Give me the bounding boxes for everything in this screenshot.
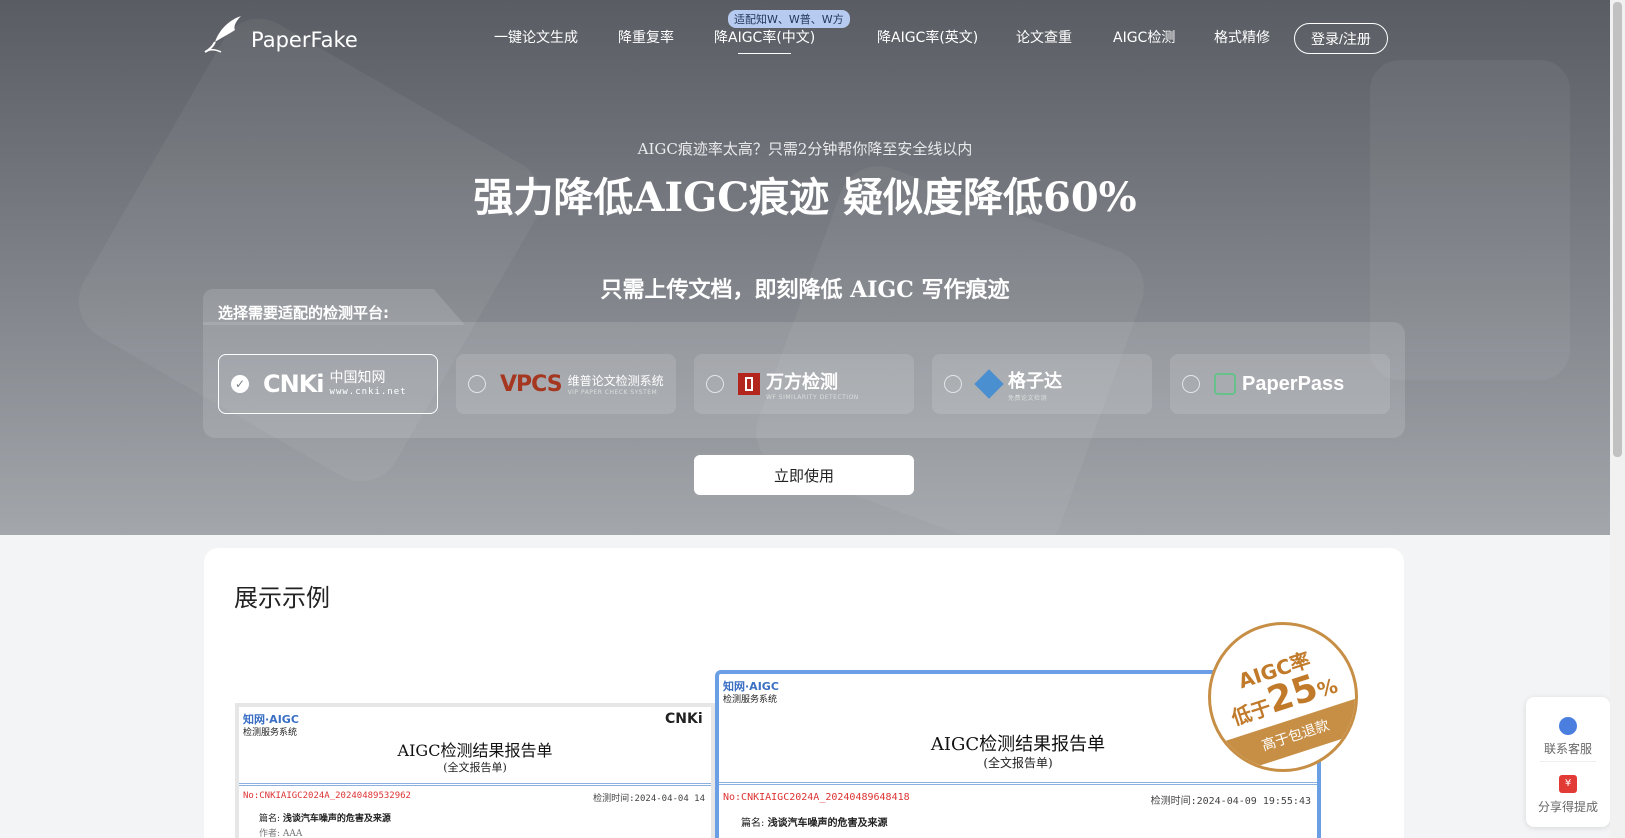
nav-item-reduce-aigc-en[interactable]: 降AIGC率(英文) (877, 27, 978, 47)
feather-logo-icon (204, 16, 241, 53)
use-now-button[interactable]: 立即使用 (694, 455, 914, 495)
platform-option-cnki[interactable]: ✓ CNKi 中国知网 www.cnki.net (218, 354, 438, 414)
report-divider (239, 783, 711, 786)
paperpass-mark-icon (1214, 373, 1236, 395)
brand-name: PaperFake (251, 28, 358, 52)
wanfang-logo: 万方检测 WF SIMILARITY DETECTION (738, 368, 859, 401)
sample-report-back: 知网·AIGC 检测服务系统 CNKi AIGC检测结果报告单 (全文报告单) … (235, 703, 715, 838)
report-field-title: 篇名: 浅谈汽车噪声的危害及来源 (741, 818, 888, 829)
divider (1540, 761, 1596, 762)
radio-icon[interactable] (944, 375, 962, 393)
report-subtitle: (全文报告单) (443, 761, 507, 774)
cnki-logo: CNKi 中国知网 www.cnki.net (263, 370, 407, 398)
platform-option-paperpass[interactable]: PaperPass (1170, 354, 1390, 414)
report-number: No:CNKIAIGC2024A_20240489532962 (243, 791, 411, 801)
page-scrollbar[interactable] (1610, 0, 1625, 838)
radio-icon[interactable] (706, 375, 724, 393)
nav-item-aigc-detect[interactable]: AIGC检测 (1113, 27, 1175, 47)
report-field-title: 篇名: 浅谈汽车噪声的危害及来源 (259, 814, 391, 824)
top-nav: PaperFake 一键论文生成 降重复率 适配知W、W普、W方 降AIGC率(… (0, 0, 1610, 75)
hero-headline: 强力降低AIGC痕迹 疑似度降低60% (473, 174, 1137, 221)
nav-item-plagiarism-check[interactable]: 论文查重 (1016, 27, 1072, 47)
nav-item-format-refine[interactable]: 格式精修 (1214, 27, 1270, 47)
report-time: 检测时间:2024-04-09 19:55:43 (1150, 796, 1311, 807)
report-field-author: 作者: AAA (259, 829, 303, 838)
login-button[interactable]: 登录/注册 (1294, 23, 1388, 54)
nav-badge: 适配知W、W普、W方 (728, 10, 850, 28)
showcase-title: 展示示例 (234, 584, 330, 612)
radio-icon[interactable] (1182, 375, 1200, 393)
scrollbar-thumb[interactable] (1613, 2, 1622, 457)
nav-item-reduce-duplicate[interactable]: 降重复率 (618, 27, 674, 47)
nav-item-paper-generation[interactable]: 一键论文生成 (494, 27, 578, 47)
floating-toolbar: 联系客服 ¥ 分享得提成 (1526, 697, 1610, 827)
contact-support-button[interactable]: 联系客服 (1526, 717, 1610, 757)
platform-option-vpcs[interactable]: VPCS 维普论文检测系统 VIP PAPER CHECK SYSTEM (456, 354, 676, 414)
radio-checked-icon[interactable]: ✓ (231, 375, 249, 393)
share-commission-button[interactable]: ¥ 分享得提成 (1526, 775, 1610, 815)
report-brand-sub: 检测服务系统 (723, 695, 778, 705)
logo[interactable]: PaperFake (203, 12, 358, 56)
nav-item-reduce-aigc-cn[interactable]: 降AIGC率(中文) (714, 27, 815, 54)
paperpass-logo: PaperPass (1214, 373, 1344, 396)
aigc-guarantee-stamp: AIGC率 低于25% 高于包退款 (1208, 622, 1358, 772)
red-packet-icon: ¥ (1559, 775, 1577, 793)
headset-icon (1559, 717, 1577, 735)
contact-support-label: 联系客服 (1543, 742, 1592, 756)
report-number: No:CNKIAIGC2024A_20240489648418 (723, 792, 910, 803)
radio-icon[interactable] (468, 375, 486, 393)
hero-subtitle: AIGC痕迹率太高？只需2分钟帮你降至安全线以内 (637, 140, 973, 158)
platform-option-gezida[interactable]: 格子达 免费论文检测 (932, 354, 1152, 414)
report-divider (719, 782, 1317, 785)
wanfang-mark-icon (738, 373, 760, 395)
vpcs-logo: VPCS 维普论文检测系统 VIP PAPER CHECK SYSTEM (500, 371, 664, 397)
cube-icon (974, 369, 1004, 399)
report-title: AIGC检测结果报告单 (397, 741, 553, 760)
share-commission-label: 分享得提成 (1537, 800, 1598, 814)
platform-option-wanfang[interactable]: 万方检测 WF SIMILARITY DETECTION (694, 354, 914, 414)
report-time: 检测时间:2024-04-04 14 (593, 794, 705, 804)
platform-label: 选择需要适配的检测平台: (218, 304, 389, 322)
gezida-logo: 格子达 免费论文检测 (974, 367, 1062, 402)
cnki-corner-logo: CNKi (665, 711, 703, 727)
